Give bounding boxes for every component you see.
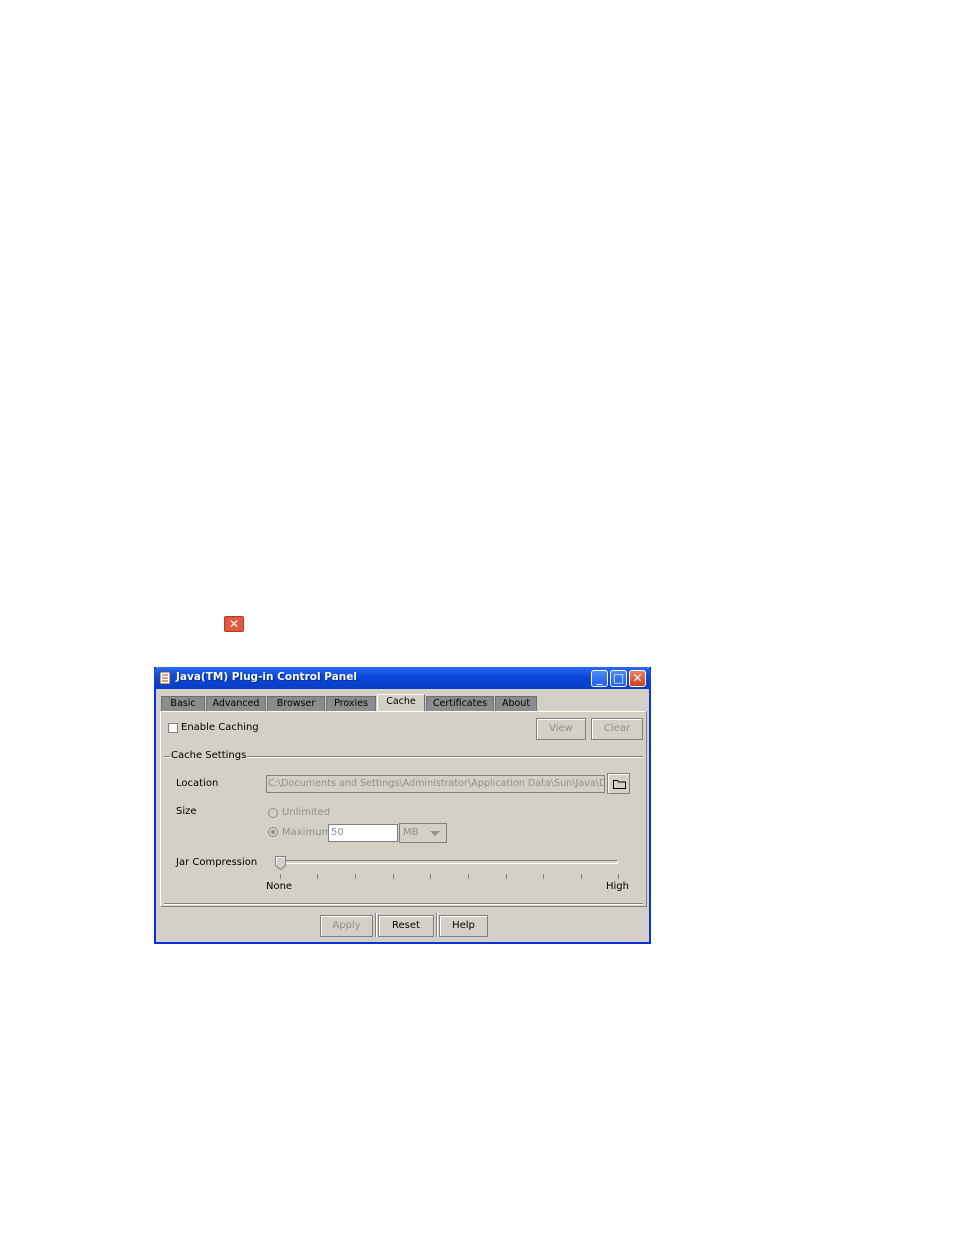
slider-tick [280,874,281,879]
slider-tick [581,874,582,879]
chevron-down-icon [430,831,440,836]
tab-cache[interactable]: Cache [377,694,425,712]
cache-settings-label: Cache Settings [170,750,248,761]
maximize-button[interactable]: □ [610,670,627,687]
maximum-label: Maximum [282,827,332,838]
maximum-size-input[interactable]: 50 [328,824,398,842]
tab-panel [160,711,647,907]
title-bar[interactable]: Java(TM) Plug-in Control Panel _ □ ✕ [154,667,651,689]
jar-compression-track[interactable] [276,860,618,864]
footer-divider [164,903,643,905]
enable-caching-checkbox[interactable] [168,722,178,733]
slider-tick [430,874,431,879]
help-button[interactable]: Help [439,915,488,937]
broken-image-icon: ✕ [224,616,244,632]
tab-browser[interactable]: Browser [267,696,325,711]
window-title: Java(TM) Plug-in Control Panel [176,671,357,683]
browse-folder-button[interactable] [607,773,630,794]
slider-tick [317,874,318,879]
view-button[interactable]: View [536,718,586,740]
size-label: Size [176,806,197,817]
tab-about[interactable]: About [495,696,537,711]
slider-tick [618,874,619,879]
slider-tick [543,874,544,879]
slider-tick [468,874,469,879]
minimize-button[interactable]: _ [591,670,608,687]
tab-proxies[interactable]: Proxies [326,696,376,711]
maximum-radio[interactable] [268,827,278,837]
slider-tick [355,874,356,879]
close-button[interactable]: ✕ [629,670,646,687]
folder-icon [613,780,626,789]
unlimited-radio[interactable] [268,808,278,818]
tab-basic[interactable]: Basic [161,696,205,711]
enable-caching-row[interactable]: Enable Caching [168,722,259,733]
location-field[interactable]: C:\Documents and Settings\Administrator\… [266,775,605,793]
tab-advanced[interactable]: Advanced [206,696,266,711]
enable-caching-label: Enable Caching [181,722,259,733]
jar-compression-label: Jar Compression [176,857,258,868]
reset-button[interactable]: Reset [378,915,434,937]
compression-max-label: High [606,881,629,892]
java-app-icon [159,671,171,685]
button-separator [436,913,438,937]
size-unit-value: MB [403,827,419,838]
apply-button[interactable]: Apply [320,915,373,937]
tab-certificates[interactable]: Certificates [426,696,494,711]
size-unit-select[interactable]: MB [399,823,447,843]
jar-compression-thumb[interactable] [275,856,286,870]
clear-button[interactable]: Clear [591,718,643,740]
slider-tick [393,874,394,879]
compression-min-label: None [266,881,293,892]
button-separator [375,913,377,937]
slider-tick [506,874,507,879]
control-panel-window: Java(TM) Plug-in Control Panel _ □ ✕ Bas… [154,667,651,944]
location-label: Location [176,778,219,789]
unlimited-label: Unlimited [282,807,331,818]
